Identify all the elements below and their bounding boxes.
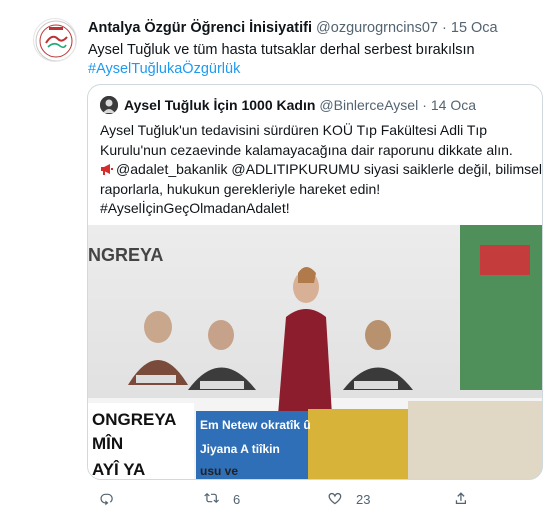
like-icon: [328, 492, 342, 505]
author-avatar[interactable]: [33, 18, 77, 62]
reply-button[interactable]: [98, 490, 128, 508]
banner-right-line1: Em Netew okratîk û: [200, 418, 311, 432]
tweet-date[interactable]: 15 Oca: [451, 20, 498, 36]
author-handle[interactable]: @ozgurogrncins07: [316, 20, 438, 36]
logo-icon: [35, 20, 76, 61]
banner-left-line1: ONGREYA: [92, 410, 176, 429]
retweet-button[interactable]: 6: [203, 490, 240, 508]
retweet-count: 6: [233, 491, 241, 507]
quote-text: Aysel Tuğluk'un tedavisini sürdüren KOÜ …: [100, 121, 542, 219]
banner-left-line2: MÎN: [92, 434, 123, 453]
quote-line: raporlarla, hukukun gerekleriyle hareket…: [100, 180, 381, 197]
quoted-tweet[interactable]: Aysel Tuğluk İçin 1000 Kadın @BinlerceAy…: [87, 84, 543, 480]
banner-right-line2: Jiyana A tiîkin: [200, 442, 280, 456]
like-button[interactable]: 23: [326, 490, 370, 508]
hashtag-link[interactable]: #AyselTuğlukaÖzgürlük: [88, 60, 475, 79]
separator-dot: ·: [422, 97, 427, 113]
quote-line: @adalet_bakanlik @ADLITIPKURUMU siyasi s…: [116, 161, 543, 177]
quote-author-name[interactable]: Aysel Tuğluk İçin 1000 Kadın: [124, 97, 315, 113]
quote-line: Kurulu'nun cezaevinde kalamayacağına dai…: [100, 141, 513, 158]
megaphone-icon: [101, 164, 113, 175]
quote-line: Aysel Tuğluk'un tedavisini sürdüren KOÜ …: [100, 122, 488, 138]
tweet-header: Antalya Özgür Öğrenci İnisiyatifi @ozgur…: [88, 20, 498, 36]
like-count: 23: [356, 491, 371, 507]
conference-photo: NGREYA ONGREYA MÎN AYÎ YA Em Netew okrat…: [88, 225, 542, 479]
person-icon: [100, 96, 118, 114]
banner-right-line3: usu ve: [200, 464, 238, 478]
tweet-text: Aysel Tuğluk ve tüm hasta tutsaklar derh…: [88, 41, 475, 79]
quote-avatar[interactable]: [100, 96, 118, 114]
separator-dot: ·: [442, 20, 447, 36]
tweet[interactable]: Antalya Özgür Öğrenci İnisiyatifi @ozgur…: [0, 0, 556, 520]
quote-line: #AyselİçinGeçOlmadanAdalet!: [100, 200, 290, 216]
author-name[interactable]: Antalya Özgür Öğrenci İnisiyatifi: [88, 20, 312, 36]
banner-left-line3: AYÎ YA: [92, 460, 145, 479]
share-icon: [455, 492, 467, 505]
tweet-actions: 6 23: [0, 490, 556, 510]
share-button[interactable]: [452, 490, 470, 508]
svg-text:NGREYA: NGREYA: [88, 245, 163, 265]
quote-date[interactable]: 14 Oca: [431, 97, 476, 113]
reply-icon: [100, 493, 113, 506]
retweet-icon: [204, 493, 219, 503]
quote-author-handle[interactable]: @BinlerceAysel: [319, 97, 418, 113]
quote-line-mentions: @adalet_bakanlik @ADLITIPKURUMU siyasi s…: [100, 160, 542, 180]
quote-media-photo[interactable]: NGREYA ONGREYA MÎN AYÎ YA Em Netew okrat…: [88, 225, 542, 479]
tweet-body: Aysel Tuğluk ve tüm hasta tutsaklar derh…: [88, 42, 475, 58]
quote-header: Aysel Tuğluk İçin 1000 Kadın @BinlerceAy…: [100, 96, 480, 114]
